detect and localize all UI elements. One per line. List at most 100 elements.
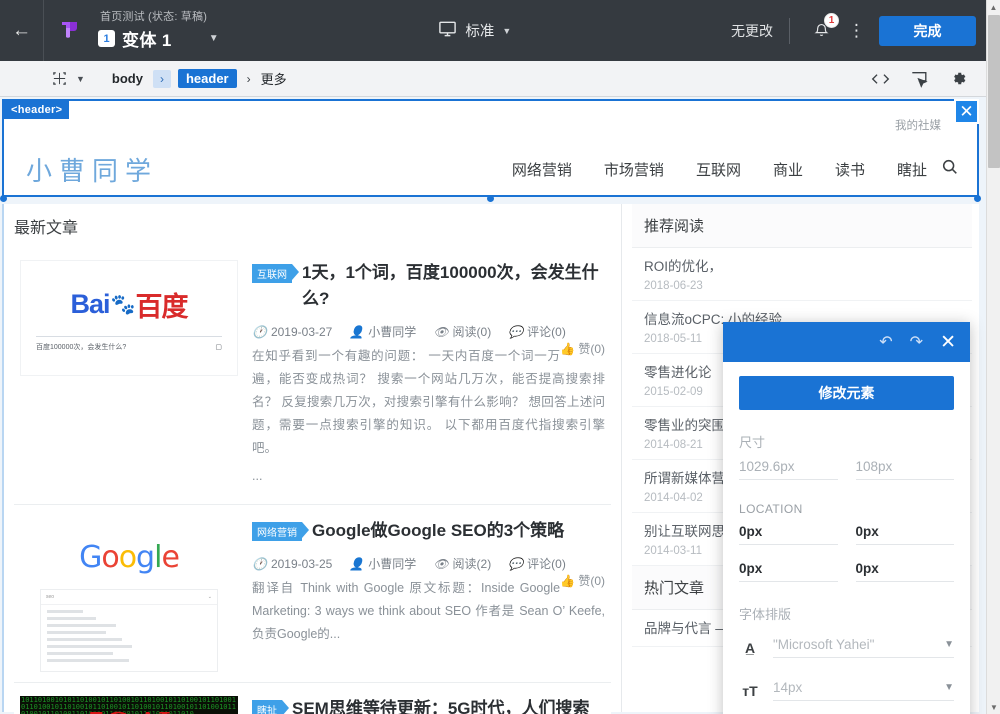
article-thumbnail[interactable]: Google seo ⌄: [20, 518, 238, 672]
breadcrumb-item-header[interactable]: header: [177, 69, 237, 88]
article-category-badge[interactable]: 瞎扯: [252, 700, 289, 714]
page-subtitle: 首页测试 (状态: 草稿): [100, 11, 208, 23]
nav-item-3[interactable]: 商业: [773, 159, 803, 180]
chevron-down-icon[interactable]: ▼: [209, 33, 219, 44]
variant-label: 变体 1: [122, 31, 172, 50]
selection-handles[interactable]: [0, 195, 981, 202]
save-status: 无更改: [731, 22, 773, 39]
site-social-label[interactable]: 我的社媒: [895, 117, 941, 133]
device-selector[interactable]: 标准 ▼: [219, 19, 731, 43]
google-screenshot: Google seo ⌄: [20, 518, 238, 672]
article-excerpt: 翻译自 Think with Google 原文标题：Inside Google…: [252, 581, 605, 641]
article-body: 瞎扯 SEM思维等待更新：5G时代，人们搜索行为的变化: [252, 696, 605, 714]
chevron-down-icon[interactable]: ▼: [944, 682, 954, 693]
height-input[interactable]: 108px: [855, 457, 954, 480]
location-fields-row-1: 0px 0px: [739, 522, 954, 545]
resize-handle-left[interactable]: [0, 195, 7, 202]
5g-ai-screenshot: 1011010010101101001011010010110100101101…: [20, 696, 238, 714]
scroll-down-button[interactable]: ▼: [987, 700, 1000, 714]
nav-item-1[interactable]: 市场营销: [604, 159, 664, 180]
panel-header: ↶ ↷ ✕: [723, 322, 970, 362]
bell-icon[interactable]: 1: [808, 12, 839, 44]
element-properties-panel[interactable]: ↶ ↷ ✕ 修改元素 尺寸 1029.6px 108px LOCATION 0p…: [723, 322, 970, 714]
breadcrumb-item-more[interactable]: 更多: [261, 69, 287, 88]
site-logo[interactable]: 小曹同学: [26, 151, 158, 188]
article-reads: 👁 阅读(0): [433, 324, 492, 340]
nav-item-4[interactable]: 读书: [835, 159, 865, 180]
brand-logo-icon: [44, 0, 96, 61]
article-likes[interactable]: 👍 赞(0): [560, 340, 605, 357]
article-comments: 💬 评论(0): [508, 324, 566, 340]
scrollbar[interactable]: ▲ ▼: [986, 0, 1000, 714]
user-icon: 👤: [349, 556, 365, 571]
article-likes[interactable]: 👍 赞(0): [560, 572, 605, 589]
google-searchbox: seo ⌄: [40, 589, 218, 672]
done-button[interactable]: 完成: [879, 15, 976, 46]
panel-body: 修改元素 尺寸 1029.6px 108px LOCATION 0px 0px …: [723, 362, 970, 714]
list-item[interactable]: Bai 🐾 百度 百度100000次，会发生什么? ▢ 互联网 1天，1个词，百度1…: [14, 247, 611, 505]
nav-item-5[interactable]: 瞎扯: [897, 159, 927, 180]
breadcrumb-separator: ›: [152, 69, 171, 88]
scrollbar-thumb[interactable]: [988, 15, 1000, 168]
resize-handle-right[interactable]: [974, 195, 981, 202]
baidu-logo: Bai 🐾 百度: [70, 288, 189, 322]
article-title[interactable]: Google做Google SEO的3个策略: [312, 518, 564, 544]
rhino-page-editor: ← 首页测试 (状态: 草稿) 1 变体 1 ▼ 标准 ▼ 无更改 1 ⋮ 完成…: [0, 0, 1000, 714]
back-arrow-icon[interactable]: ←: [0, 0, 44, 61]
more-vertical-icon[interactable]: ⋮: [834, 22, 879, 39]
article-category-badge[interactable]: 网络营销: [252, 522, 309, 541]
location-left-input[interactable]: 0px: [855, 559, 954, 582]
article-comments: 💬 评论(0): [508, 556, 566, 572]
article-thumbnail[interactable]: 1011010010101101001011010010110100101101…: [20, 696, 238, 714]
code-icon[interactable]: [871, 71, 890, 87]
breadcrumb-item-body[interactable]: body: [109, 69, 146, 88]
google-logo: Google: [79, 540, 180, 575]
size-fields: 1029.6px 108px: [739, 457, 954, 480]
article-title[interactable]: SEM思维等待更新：5G时代，人们搜索行为的变化: [292, 696, 605, 714]
article-category-badge[interactable]: 互联网: [252, 264, 299, 283]
nav-item-0[interactable]: 网络营销: [512, 159, 572, 180]
scroll-up-button[interactable]: ▲: [987, 0, 1000, 14]
divider: [789, 17, 790, 44]
location-bottom-input[interactable]: 0px: [739, 559, 838, 582]
page-title: 最新文章: [4, 204, 621, 247]
width-input[interactable]: 1029.6px: [739, 457, 838, 480]
article-date: 🕐 2019-03-25: [252, 556, 333, 571]
chevron-down-icon[interactable]: ▼: [76, 74, 85, 84]
close-icon[interactable]: ✕: [940, 331, 956, 354]
search-icon[interactable]: [941, 158, 959, 181]
breadcrumb-separator: ›: [246, 71, 251, 86]
comment-icon: 💬: [508, 556, 524, 571]
gear-icon[interactable]: [949, 69, 968, 88]
page-title-block[interactable]: 首页测试 (状态: 草稿) 1 变体 1 ▼: [96, 10, 219, 51]
font-family-value: "Microsoft Yahei": [773, 637, 875, 652]
list-item[interactable]: Google seo ⌄ 网络营销 Google做Google SEO的3个策略…: [14, 505, 611, 683]
article-thumbnail[interactable]: Bai 🐾 百度 百度100000次，会发生什么? ▢: [20, 260, 238, 488]
latest-articles-column: 最新文章 Bai 🐾 百度 百度100000次，会发生什么? ▢ 互联网 1天，…: [4, 204, 622, 714]
location-right-input[interactable]: 0px: [855, 522, 954, 545]
font-family-select[interactable]: "Microsoft Yahei" ▼: [773, 637, 954, 658]
undo-icon[interactable]: ↶: [879, 332, 892, 352]
user-icon: 👤: [349, 324, 365, 339]
baidu-searchbar: 百度100000次，会发生什么? ▢: [36, 335, 222, 352]
font-size-select[interactable]: 14px ▼: [773, 680, 954, 701]
edit-element-button[interactable]: 修改元素: [739, 376, 954, 410]
sidebar-item-0[interactable]: ROI的优化， 2018-06-23: [632, 248, 972, 301]
nav-item-2[interactable]: 互联网: [696, 159, 741, 180]
article-title[interactable]: 1天，1个词，百度100000次，会发生什么?: [302, 260, 605, 312]
close-icon[interactable]: ✕: [954, 99, 979, 124]
select-element-icon[interactable]: [910, 70, 929, 88]
location-top-input[interactable]: 0px: [739, 522, 838, 545]
resize-handle-bottom[interactable]: [487, 195, 494, 202]
selected-header-element[interactable]: <header> ✕ 我的社媒 小曹同学 网络营销 市场营销 互联网 商业 读书…: [2, 99, 979, 197]
eye-icon: 👁: [433, 324, 449, 339]
comment-icon: 💬: [508, 324, 524, 339]
chevron-down-icon[interactable]: ▼: [944, 639, 954, 650]
redo-icon[interactable]: ↷: [910, 332, 923, 352]
list-item[interactable]: 1011010010101101001011010010110100101101…: [14, 683, 611, 714]
monitor-icon: [438, 19, 457, 43]
article-meta: 🕐 2019-03-25 👤 小曹同学 👁 阅读(2) 💬 评论(0): [252, 555, 605, 572]
chevron-down-icon[interactable]: ▼: [502, 26, 511, 36]
article-excerpt: 在知乎看到一个有趣的问题： 一天内百度一个词一万遍，能否变成热词？ 搜索一个网站…: [252, 349, 605, 455]
select-frame-icon[interactable]: ▼: [52, 71, 85, 86]
